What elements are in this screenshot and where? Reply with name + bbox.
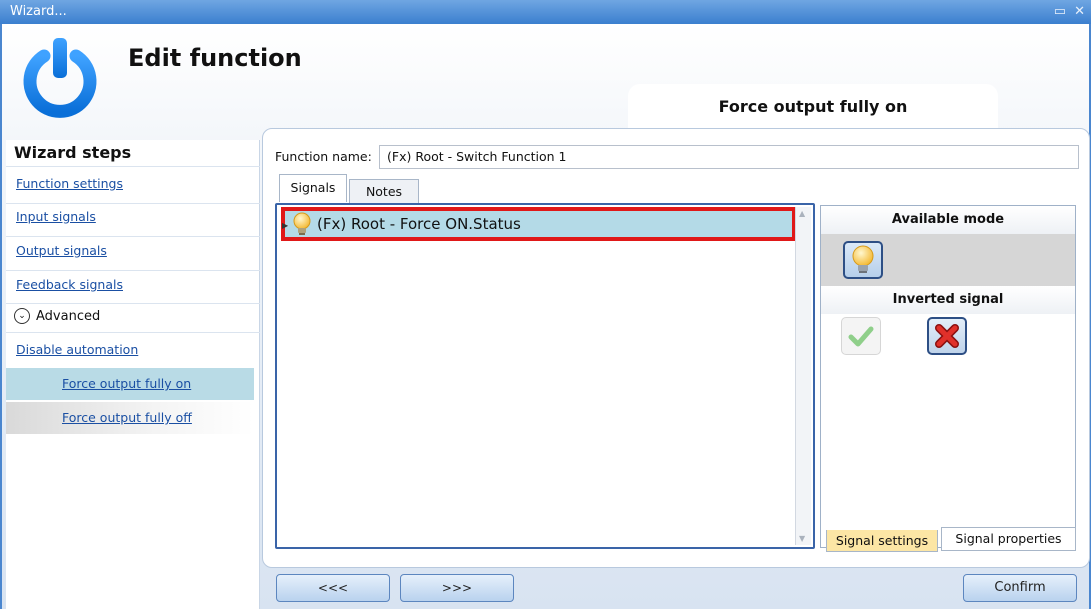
step-force-output-fully-off[interactable]: Force output fully off — [6, 402, 254, 434]
list-scrollbar[interactable]: ▲ ▼ — [795, 207, 811, 545]
mode-lightbulb-button[interactable] — [843, 241, 883, 279]
wizard-steps-panel: Wizard steps Function settings Input sig… — [6, 140, 260, 609]
function-name-input[interactable]: (Fx) Root - Switch Function 1 — [379, 145, 1079, 169]
function-name-tab: Force output fully on — [628, 84, 998, 130]
window-controls: ▭ ✕ — [1054, 0, 1085, 24]
lightbulb-icon — [852, 245, 874, 273]
signal-label: (Fx) Root - Force ON.Status — [317, 215, 521, 233]
wizard-steps-title: Wizard steps — [14, 143, 132, 162]
function-name-label: Function name: — [275, 149, 372, 164]
confirm-button[interactable]: Confirm — [963, 574, 1077, 602]
step-output-signals[interactable]: Output signals — [16, 243, 107, 258]
scroll-down-icon[interactable]: ▼ — [799, 534, 805, 543]
signal-list: ▶ (Fx) Root - Force ON.Status ▲ ▼ — [275, 203, 815, 549]
step-feedback-signals[interactable]: Feedback signals — [16, 277, 123, 292]
close-icon[interactable]: ✕ — [1074, 0, 1085, 24]
inverted-signal-title: Inverted signal — [821, 286, 1075, 314]
divider — [6, 303, 260, 304]
divider — [6, 270, 260, 271]
signal-row-force-on-status[interactable]: ▶ (Fx) Root - Force ON.Status — [281, 207, 796, 241]
divider — [6, 203, 260, 204]
page-title: Edit function — [128, 44, 302, 72]
tab-signal-properties[interactable]: Signal properties — [941, 527, 1076, 551]
scroll-up-icon[interactable]: ▲ — [799, 209, 805, 218]
step-input-signals[interactable]: Input signals — [16, 209, 96, 224]
signal-settings-panel: Available mode Inverted signal — [820, 205, 1076, 548]
tab-notes[interactable]: Notes — [349, 179, 419, 203]
available-mode-title: Available mode — [821, 206, 1075, 234]
divider — [6, 166, 260, 167]
row-indicator-icon: ▶ — [282, 221, 289, 230]
step-force-output-fully-on[interactable]: Force output fully on — [6, 368, 254, 400]
divider — [6, 332, 260, 333]
power-icon — [23, 38, 97, 118]
inverted-yes-button[interactable] — [927, 317, 967, 355]
available-mode-area — [821, 234, 1075, 286]
step-disable-automation[interactable]: Disable automation — [16, 342, 138, 357]
lightbulb-icon — [293, 212, 311, 235]
window-title: Wizard... — [10, 4, 67, 19]
checkmark-icon — [848, 326, 874, 347]
advanced-label: Advanced — [36, 308, 101, 324]
inverted-no-button[interactable] — [841, 317, 881, 355]
chevron-down-circle-icon: ⌄ — [14, 308, 30, 324]
divider — [6, 236, 260, 237]
advanced-section-toggle[interactable]: ⌄ Advanced — [14, 308, 100, 324]
back-button[interactable]: <<< — [276, 574, 390, 602]
step-function-settings[interactable]: Function settings — [16, 176, 123, 191]
red-x-icon — [935, 324, 959, 348]
window-titlebar: Wizard... ▭ ✕ — [0, 0, 1091, 24]
tab-signals[interactable]: Signals — [279, 174, 347, 202]
maximize-icon[interactable]: ▭ — [1054, 0, 1066, 24]
tab-signal-settings[interactable]: Signal settings — [826, 530, 938, 552]
next-button[interactable]: >>> — [400, 574, 514, 602]
